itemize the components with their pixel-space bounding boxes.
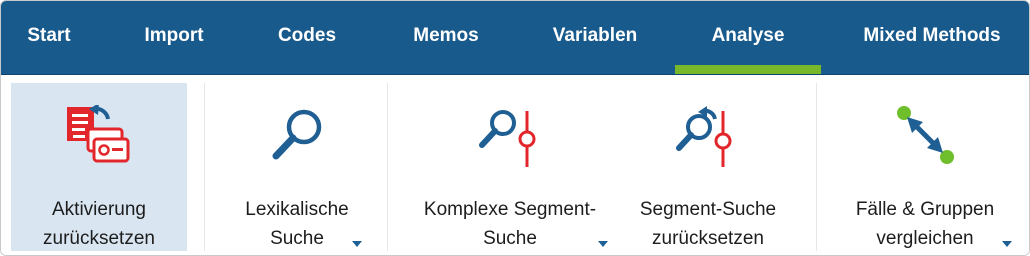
reset-segment-search-label-line1: Segment-Suche (639, 199, 777, 220)
compare-cases-groups-label-line1: Fälle & Gruppen (855, 199, 995, 220)
tab-codes[interactable]: Codes (257, 1, 357, 74)
chevron-down-icon[interactable] (1002, 241, 1012, 247)
magnifier-icon (272, 109, 322, 160)
complex-segment-search-label-line2: Suche (483, 228, 537, 249)
separator (387, 83, 388, 251)
separator (204, 83, 205, 251)
complex-segment-search-icon (479, 110, 536, 167)
tab-variablen[interactable]: Variablen (533, 1, 657, 74)
compare-cases-groups-label: Fälle & Gruppen vergleichen (827, 195, 1023, 253)
separator (816, 83, 817, 251)
tab-memos[interactable]: Memos (393, 1, 499, 74)
reset-activation-icon (67, 105, 130, 163)
reset-activation-label-line1: Aktivierung (52, 199, 146, 220)
tab-mixed-methods[interactable]: Mixed Methods (841, 1, 1023, 74)
complex-segment-search-label-line1: Komplexe Segment- (423, 199, 597, 220)
ribbon-panel: Aktivierung zurücksetzen Lexikalische Su… (1, 75, 1029, 255)
reset-segment-search-label: Segment-Suche zurücksetzen (621, 195, 795, 253)
complex-segment-search-label: Komplexe Segment- Suche (399, 195, 621, 253)
reset-segment-search-button[interactable]: Segment-Suche zurücksetzen (621, 83, 795, 251)
chevron-down-icon[interactable] (352, 241, 362, 247)
reset-activation-label: Aktivierung zurücksetzen (11, 195, 187, 253)
ribbon-tab-bar: Start Import Codes Memos Variablen Analy… (1, 1, 1029, 75)
compare-cases-icon (897, 106, 954, 164)
reset-activation-label-line2: zurücksetzen (43, 228, 155, 249)
reset-activation-button[interactable]: Aktivierung zurücksetzen (11, 83, 187, 251)
reset-segment-search-label-line2: zurücksetzen (652, 228, 764, 249)
lexical-search-button[interactable]: Lexikalische Suche (213, 83, 381, 251)
tab-import[interactable]: Import (127, 1, 221, 74)
complex-segment-search-button[interactable]: Komplexe Segment- Suche (399, 83, 621, 251)
reset-segment-search-icon (676, 106, 732, 167)
chevron-down-icon[interactable] (598, 241, 608, 247)
tab-start[interactable]: Start (9, 1, 89, 74)
compare-cases-groups-label-line2: vergleichen (876, 228, 974, 249)
app-window: Start Import Codes Memos Variablen Analy… (0, 0, 1030, 256)
lexical-search-label-line2: Suche (270, 228, 324, 249)
lexical-search-label-line1: Lexikalische (245, 199, 349, 220)
compare-cases-groups-button[interactable]: Fälle & Gruppen vergleichen (827, 83, 1023, 251)
tab-analyse[interactable]: Analyse (675, 1, 821, 74)
